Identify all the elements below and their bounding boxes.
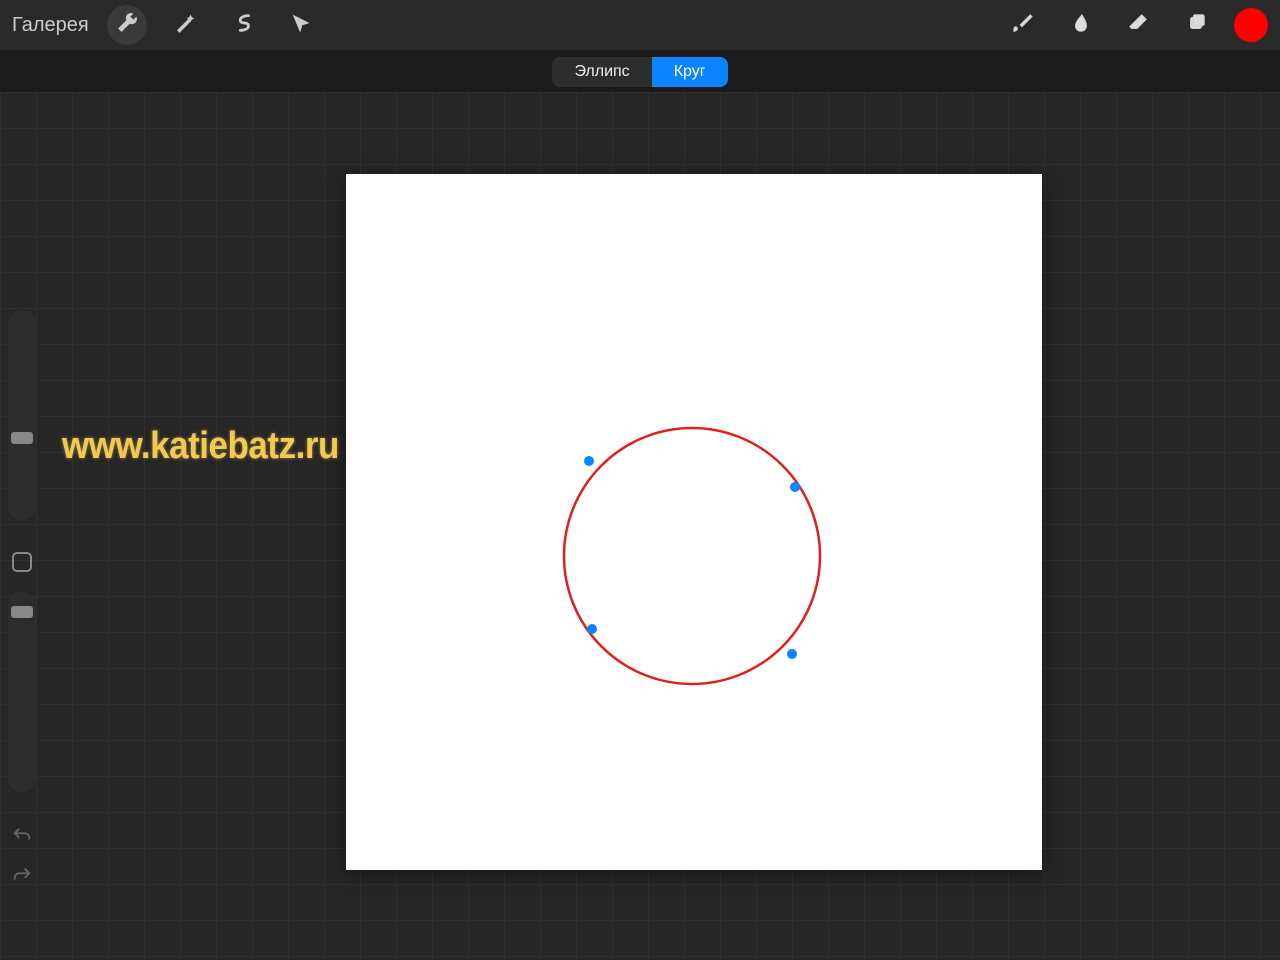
- control-handle[interactable]: [587, 624, 597, 634]
- actions-button[interactable]: [107, 5, 147, 45]
- gallery-button[interactable]: Галерея: [12, 14, 89, 37]
- control-handle[interactable]: [790, 482, 800, 492]
- adjustments-button[interactable]: [165, 5, 205, 45]
- slider-handle[interactable]: [11, 432, 33, 444]
- eraser-icon: [1127, 12, 1149, 39]
- shape-mode-ellipse[interactable]: Эллипс: [552, 57, 651, 87]
- slider-handle[interactable]: [11, 606, 33, 618]
- cursor-icon: [290, 12, 312, 39]
- watermark-text: www.katiebatz.ru: [62, 425, 339, 468]
- smudge-icon: [1069, 12, 1091, 39]
- smudge-button[interactable]: [1060, 5, 1100, 45]
- s-shape-icon: [232, 12, 254, 39]
- modifier-button[interactable]: [12, 552, 32, 572]
- brush-size-slider[interactable]: [8, 310, 36, 520]
- selection-button[interactable]: [223, 5, 263, 45]
- canvas[interactable]: [346, 174, 1042, 870]
- redo-icon: [11, 865, 33, 892]
- redo-button[interactable]: [7, 866, 37, 890]
- undo-button[interactable]: [7, 826, 37, 850]
- drawn-shape[interactable]: [346, 174, 1042, 870]
- color-swatch[interactable]: [1234, 8, 1268, 42]
- shape-mode-bar: Эллипс Круг: [0, 56, 1280, 88]
- brush-icon: [1011, 12, 1033, 39]
- shape-mode-circle[interactable]: Круг: [652, 57, 728, 87]
- wrench-icon: [116, 12, 138, 39]
- control-handle[interactable]: [787, 649, 797, 659]
- workspace[interactable]: [0, 92, 1280, 960]
- layers-icon: [1185, 12, 1207, 39]
- eraser-button[interactable]: [1118, 5, 1158, 45]
- brush-button[interactable]: [1002, 5, 1042, 45]
- wand-icon: [174, 12, 196, 39]
- side-slider-panel: [4, 310, 40, 890]
- top-toolbar: Галерея: [0, 0, 1280, 50]
- layers-button[interactable]: [1176, 5, 1216, 45]
- transform-button[interactable]: [281, 5, 321, 45]
- brush-opacity-slider[interactable]: [8, 592, 36, 792]
- undo-icon: [11, 825, 33, 852]
- control-handle[interactable]: [584, 456, 594, 466]
